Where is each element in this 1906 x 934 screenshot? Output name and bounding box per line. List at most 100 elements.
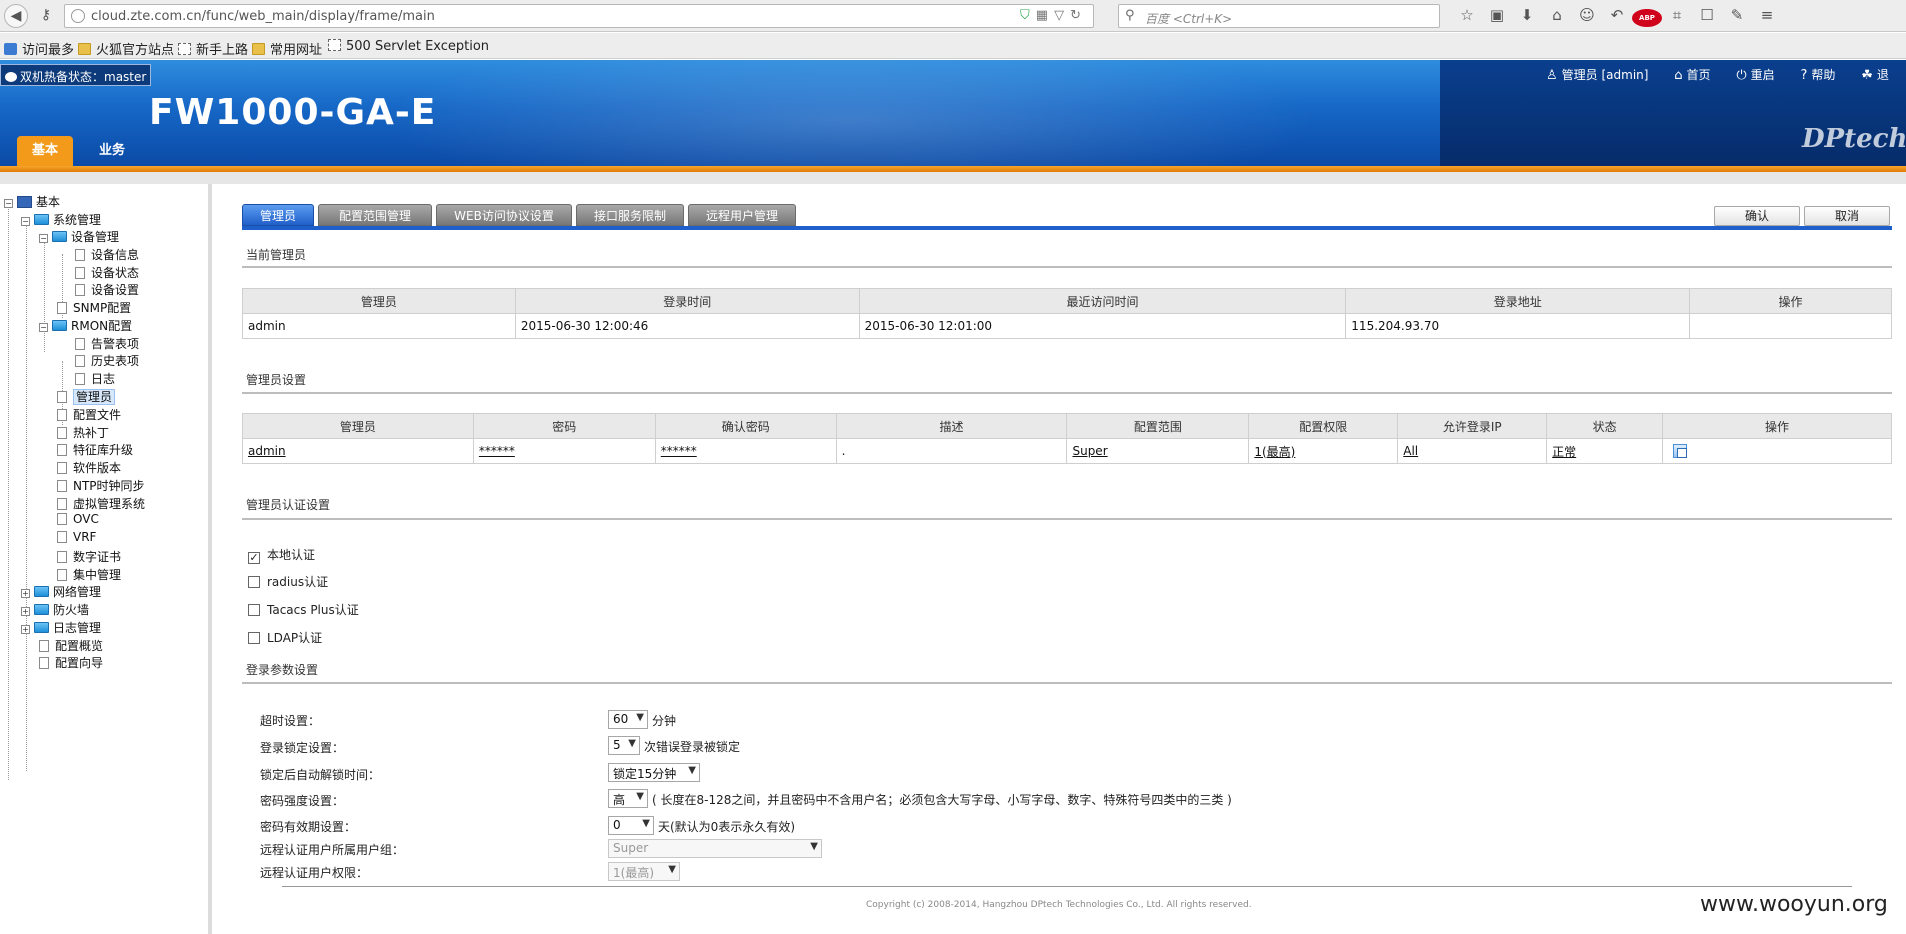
bookmark-getting-started[interactable]: 新手上路 — [178, 39, 248, 58]
product-title: FW1000-GA-E — [149, 92, 437, 133]
remote-permission-select[interactable]: 1(最高) ▼ — [608, 862, 680, 881]
cell-admin-name[interactable]: admin — [242, 438, 474, 464]
section-auth-settings: 管理员认证设置 — [246, 498, 331, 512]
radius-auth-checkbox[interactable] — [248, 576, 260, 588]
timeout-select[interactable]: 60 ▼ — [608, 710, 648, 729]
tree-node-device-status[interactable]: 设备状态 — [75, 264, 139, 281]
ha-status-badge: 双机热备状态：master — [0, 64, 152, 86]
tree-node-basic[interactable]: − 基本 — [4, 193, 60, 210]
tree-node-config-wizard[interactable]: 配置向导 — [39, 654, 103, 671]
tacacs-auth-option[interactable]: Tacacs Plus认证 — [248, 601, 359, 618]
cell-status[interactable]: 正常 — [1546, 438, 1664, 464]
tree-node-log[interactable]: 日志 — [75, 370, 115, 387]
tree-node-certificate[interactable]: 数字证书 — [57, 548, 121, 565]
radius-auth-option[interactable]: radius认证 — [248, 573, 328, 590]
tree-node-network[interactable]: + 网络管理 — [21, 583, 101, 600]
clipboard-icon[interactable]: ▣ — [1482, 6, 1512, 24]
subtab-interface-limit[interactable]: 接口服务限制 — [576, 204, 684, 226]
tree-node-config-overview[interactable]: 配置概览 — [39, 637, 103, 654]
tree-node-device-settings[interactable]: 设备设置 — [75, 281, 139, 298]
tacacs-auth-checkbox[interactable] — [248, 604, 260, 616]
ldap-auth-checkbox[interactable] — [248, 632, 260, 644]
restart-link[interactable]: ⏻ 重启 — [1736, 66, 1774, 83]
tree-node-snmp[interactable]: SNMP配置 — [57, 299, 131, 316]
help-link[interactable]: ? 帮助 — [1801, 66, 1836, 83]
lockout-select[interactable]: 5 ▼ — [608, 736, 640, 755]
user-icon: ♙ — [1546, 68, 1558, 83]
undo-icon[interactable]: ↶ — [1602, 6, 1632, 24]
tree-node-central-mgmt[interactable]: 集中管理 — [57, 566, 121, 583]
key-icon[interactable]: ⚷ — [34, 4, 58, 28]
qr-icon[interactable]: ▦ — [1036, 8, 1054, 23]
tree-node-alarm-table[interactable]: 告警表项 — [75, 335, 139, 352]
page-icon — [178, 43, 191, 55]
back-button[interactable]: ◀ — [4, 4, 28, 28]
tree-node-device[interactable]: − 设备管理 — [39, 228, 119, 245]
download-icon[interactable]: ⬇ — [1512, 6, 1542, 24]
tree-node-log-mgmt[interactable]: + 日志管理 — [21, 619, 101, 636]
crop-icon[interactable]: ⌗ — [1662, 6, 1692, 24]
bookmark-most-visited[interactable]: 访问最多 — [4, 39, 74, 58]
tree-node-software-version[interactable]: 软件版本 — [57, 459, 121, 476]
ldap-auth-option[interactable]: LDAP认证 — [248, 629, 322, 646]
tree-node-config-file[interactable]: 配置文件 — [57, 406, 121, 423]
tree-node-vrf[interactable]: VRF — [57, 530, 96, 544]
home-icon[interactable]: ⌂ — [1542, 6, 1572, 24]
url-text[interactable]: cloud.zte.com.cn/func/web_main/display/f… — [91, 9, 435, 24]
remote-group-select[interactable]: Super ▼ — [608, 839, 822, 858]
adblock-icon[interactable]: ABP — [1632, 6, 1662, 27]
window-icon[interactable]: ☐ — [1692, 6, 1722, 24]
tab-business[interactable]: 业务 — [84, 136, 140, 166]
local-auth-option[interactable]: ✓ 本地认证 — [248, 546, 315, 564]
password-strength-select[interactable]: 高 ▼ — [608, 789, 648, 808]
reload-icon[interactable]: ↻ — [1070, 8, 1087, 23]
tree-node-history-table[interactable]: 历史表项 — [75, 352, 139, 369]
subtab-config-scope[interactable]: 配置范围管理 — [318, 204, 432, 226]
bookmark-common-sites[interactable]: 常用网址 — [252, 39, 322, 58]
url-bar[interactable]: cloud.zte.com.cn/func/web_main/display/f… — [64, 4, 1094, 28]
subtab-remote-user[interactable]: 远程用户管理 — [688, 204, 796, 226]
bookmark-firefox-site[interactable]: 火狐官方站点 — [78, 39, 174, 58]
cell-confirm-password[interactable]: ****** — [654, 438, 837, 464]
tree-node-admin[interactable]: 管理员 — [57, 388, 116, 405]
search-input[interactable]: 百度 <Ctrl+K> — [1145, 10, 1232, 27]
home-link[interactable]: ⌂ 首页 — [1674, 66, 1710, 83]
timeout-label: 超时设置： — [260, 714, 321, 728]
tools-icon[interactable]: ✎ — [1722, 6, 1752, 24]
menu-icon[interactable]: ≡ — [1752, 6, 1782, 24]
copy-icon[interactable] — [1673, 444, 1688, 458]
chevron-down-icon: ▼ — [688, 765, 696, 776]
tree-node-ntp[interactable]: NTP时钟同步 — [57, 477, 145, 494]
section-admin-settings: 管理员设置 — [246, 373, 307, 387]
tab-basic[interactable]: 基本 — [17, 136, 73, 166]
tree-node-firewall[interactable]: + 防火墙 — [21, 601, 89, 618]
dropdown-icon[interactable]: ▽ — [1054, 8, 1070, 23]
cell-password[interactable]: ****** — [472, 438, 656, 464]
cell-config-permission[interactable]: 1(最高) — [1248, 438, 1399, 464]
bookmark-star-icon[interactable]: ☆ — [1452, 6, 1482, 24]
chat-icon[interactable]: ☺ — [1572, 6, 1602, 24]
search-box[interactable]: ⚲ 百度 <Ctrl+K> — [1118, 4, 1440, 28]
local-auth-checkbox[interactable]: ✓ — [248, 552, 260, 564]
current-user: ♙ 管理员 [admin] — [1546, 68, 1649, 83]
tree-node-device-info[interactable]: 设备信息 — [75, 246, 139, 263]
cell-config-scope[interactable]: Super — [1066, 438, 1250, 464]
unlock-time-select[interactable]: 锁定15分钟 ▼ — [608, 763, 700, 782]
subtab-admin[interactable]: 管理员 — [242, 204, 314, 226]
tree-node-signature-upgrade[interactable]: 特征库升级 — [57, 441, 133, 458]
tree-node-hotpatch[interactable]: 热补丁 — [57, 424, 109, 441]
tree-node-virtual-system[interactable]: 虚拟管理系统 — [57, 495, 145, 512]
password-expiry-select[interactable]: 0 ▼ — [608, 816, 654, 835]
tree-node-rmon[interactable]: − RMON配置 — [39, 317, 132, 334]
shield-icon[interactable]: ⛉ — [1020, 8, 1036, 23]
logout-link[interactable]: ☘ 退 — [1861, 66, 1889, 83]
subtab-web-protocol[interactable]: WEB访问协议设置 — [436, 204, 572, 226]
tree-node-ovc[interactable]: OVC — [57, 512, 99, 526]
lockout-label: 登录锁定设置： — [260, 741, 345, 755]
bookmark-servlet-exception[interactable]: 500 Servlet Exception — [328, 39, 489, 54]
cell-allowed-ip[interactable]: All — [1397, 438, 1548, 464]
tree-node-system[interactable]: − 系统管理 — [21, 211, 101, 228]
remote-group-label: 远程认证用户所属用户组： — [260, 843, 405, 857]
confirm-button[interactable]: 确认 — [1714, 206, 1800, 226]
cancel-button[interactable]: 取消 — [1804, 206, 1890, 226]
